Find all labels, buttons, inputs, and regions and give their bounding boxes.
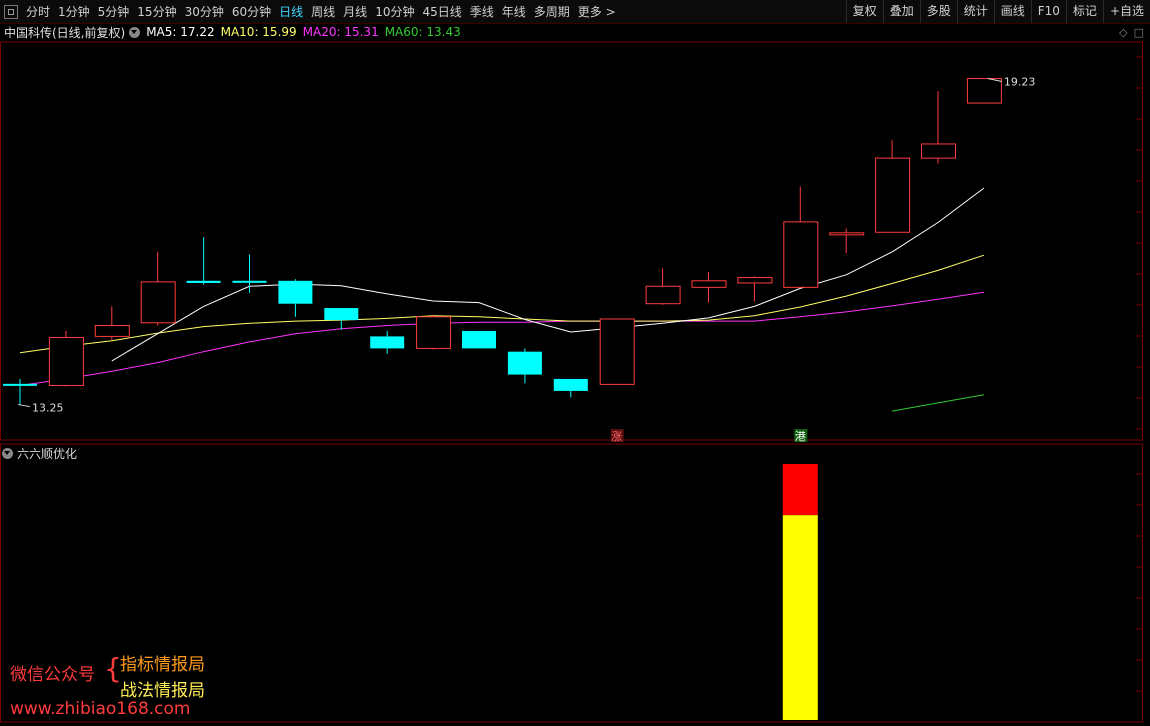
watermark-line1: 指标情报局 xyxy=(120,655,205,675)
candle-body-down xyxy=(232,280,267,283)
low-arrow xyxy=(17,404,31,408)
candle-body-down xyxy=(186,280,221,283)
candle-body-up xyxy=(645,285,681,305)
candle-body-up xyxy=(416,316,452,349)
indicator-bar-red xyxy=(782,464,818,516)
low-price-label: 13.25 xyxy=(32,402,64,415)
candle-body-up xyxy=(737,277,773,284)
candle-body-up xyxy=(48,337,84,386)
high-price-label: 19.23 xyxy=(1004,76,1036,89)
ma5-line xyxy=(111,187,985,362)
watermark-url: www.zhibiao168.com xyxy=(10,699,191,719)
candle-body-up xyxy=(599,318,635,385)
watermark-label: 微信公众号 xyxy=(10,665,95,685)
candle-body-down xyxy=(324,308,359,321)
signal-marker-text: 港 xyxy=(795,430,806,443)
kline-chart: 19.23 13.25 涨 港 xyxy=(0,41,1143,723)
candle-body-up xyxy=(691,280,727,288)
candle-body-up xyxy=(94,325,130,337)
candle-body-up xyxy=(829,232,865,236)
candle-body-up xyxy=(875,157,911,233)
signal-marker-text: 涨 xyxy=(611,430,622,443)
candle-body-down xyxy=(3,383,37,386)
indicator-title: 六六顺优化 xyxy=(17,446,78,461)
indicator-dropdown-icon[interactable] xyxy=(2,447,13,459)
watermark-line2: 战法情报局 xyxy=(120,681,205,701)
ma60-line xyxy=(892,394,984,412)
candle-body-down xyxy=(278,280,313,304)
indicator-header: 六六顺优化 xyxy=(0,445,77,461)
candle-body-up xyxy=(966,78,1002,104)
candle-body-up xyxy=(783,221,819,288)
candle-body-up xyxy=(140,281,176,324)
candle-body-up xyxy=(921,143,956,159)
candle-body-down xyxy=(462,330,496,349)
candle-body-down xyxy=(553,378,588,391)
candle-body-down xyxy=(370,336,405,349)
indicator-bar-yellow xyxy=(782,515,818,720)
candle-body-down xyxy=(507,351,542,375)
